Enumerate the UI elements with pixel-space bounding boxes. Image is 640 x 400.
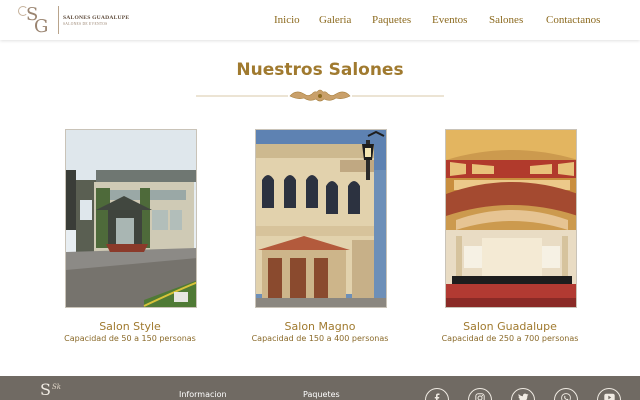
salon-style-illustration <box>66 130 196 307</box>
salon-style-photo[interactable] <box>65 129 197 308</box>
salon-capacity: Capacidad de 250 a 700 personas <box>441 334 579 343</box>
main-nav: Inicio Galeria Paquetes Eventos Salones … <box>0 14 640 28</box>
salon-magno-illustration <box>256 130 386 307</box>
footer-logo[interactable]: S Sk <box>40 380 80 400</box>
footer-paquetes-heading[interactable]: Paquetes <box>303 390 340 399</box>
nav-link-eventos[interactable]: Eventos <box>432 14 467 26</box>
salon-capacity: Capacidad de 150 a 400 personas <box>251 334 389 343</box>
title-ornament <box>196 89 444 102</box>
salon-guadalupe-photo[interactable] <box>445 129 577 308</box>
nav-link-paquetes[interactable]: Paquetes <box>372 14 411 26</box>
salon-name[interactable]: Salon Style <box>40 320 220 333</box>
nav-link-contactanos[interactable]: Contactanos <box>546 14 600 26</box>
page-title: Nuestros Salones <box>236 60 404 80</box>
footer-script: Sk <box>52 383 62 391</box>
salon-capacity: Capacidad de 50 a 150 personas <box>64 334 196 343</box>
footer-info-heading[interactable]: Informacion <box>179 390 227 399</box>
salon-name[interactable]: Salon Magno <box>230 320 410 333</box>
nav-link-galeria[interactable]: Galeria <box>319 14 351 26</box>
salon-name[interactable]: Salon Guadalupe <box>420 320 600 333</box>
footer-monogram: S <box>40 380 51 399</box>
nav-link-inicio[interactable]: Inicio <box>274 14 300 26</box>
salon-magno-photo[interactable] <box>255 129 387 308</box>
site-header: S G SALONES GUADALUPE SALONES DE EVENTOS… <box>0 0 640 40</box>
salon-guadalupe-illustration <box>446 130 576 307</box>
nav-link-salones[interactable]: Salones <box>489 14 523 26</box>
